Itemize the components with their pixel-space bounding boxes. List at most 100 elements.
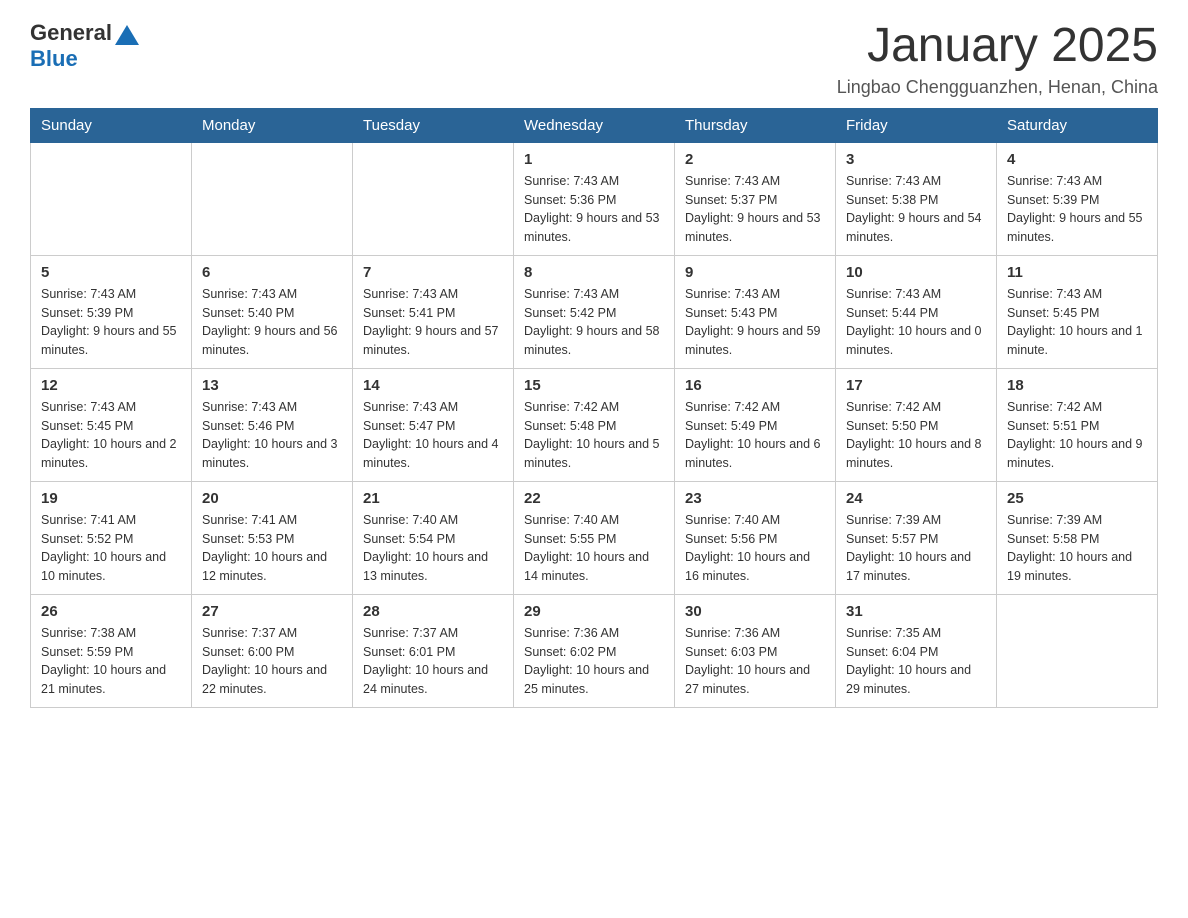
day-number: 6 [202, 264, 342, 281]
day-info: Sunrise: 7:37 AM Sunset: 6:01 PM Dayligh… [363, 624, 503, 699]
day-number: 12 [41, 377, 181, 394]
day-info: Sunrise: 7:35 AM Sunset: 6:04 PM Dayligh… [846, 624, 986, 699]
day-number: 29 [524, 603, 664, 620]
day-cell: 12 Sunrise: 7:43 AM Sunset: 5:45 PM Dayli… [31, 368, 192, 481]
day-cell: 22Sunrise: 7:40 AM Sunset: 5:55 PM Dayli… [514, 481, 675, 594]
day-info: Sunrise: 7:36 AM Sunset: 6:03 PM Dayligh… [685, 624, 825, 699]
header-cell-friday: Friday [836, 108, 997, 142]
day-info: Sunrise: 7:41 AM Sunset: 5:53 PM Dayligh… [202, 511, 342, 586]
day-info: Sunrise: 7:39 AM Sunset: 5:58 PM Dayligh… [1007, 511, 1147, 586]
day-info: Sunrise: 7:40 AM Sunset: 5:56 PM Dayligh… [685, 511, 825, 586]
day-number: 18 [1007, 377, 1147, 394]
day-info: Sunrise: 7:38 AM Sunset: 5:59 PM Dayligh… [41, 624, 181, 699]
day-cell: 3 Sunrise: 7:43 AM Sunset: 5:38 PM Daylig… [836, 142, 997, 255]
day-number: 19 [41, 490, 181, 507]
day-info: Sunrise: 7:43 AM Sunset: 5:39 PM Dayligh… [41, 285, 181, 360]
day-number: 13 [202, 377, 342, 394]
logo-blue: Blue [30, 46, 78, 72]
day-cell: 8 Sunrise: 7:43 AM Sunset: 5:42 PM Daylig… [514, 255, 675, 368]
header-cell-wednesday: Wednesday [514, 108, 675, 142]
day-number: 24 [846, 490, 986, 507]
day-number: 10 [846, 264, 986, 281]
day-number: 11 [1007, 264, 1147, 281]
header-cell-thursday: Thursday [675, 108, 836, 142]
day-cell: 23 Sunrise: 7:40 AM Sunset: 5:56 PM Dayli… [675, 481, 836, 594]
day-cell: 1Sunrise: 7:43 AM Sunset: 5:36 PM Daylig… [514, 142, 675, 255]
day-number: 30 [685, 603, 825, 620]
day-info: Sunrise: 7:43 AM Sunset: 5:41 PM Dayligh… [363, 285, 503, 360]
week-row-2: 5 Sunrise: 7:43 AM Sunset: 5:39 PM Daylig… [31, 255, 1158, 368]
day-cell: 27Sunrise: 7:37 AM Sunset: 6:00 PM Dayli… [192, 594, 353, 707]
day-cell: 28Sunrise: 7:37 AM Sunset: 6:01 PM Dayli… [353, 594, 514, 707]
day-cell: 11 Sunrise: 7:43 AM Sunset: 5:45 PM Dayli… [997, 255, 1158, 368]
day-number: 16 [685, 377, 825, 394]
day-cell: 6 Sunrise: 7:43 AM Sunset: 5:40 PM Daylig… [192, 255, 353, 368]
month-title: January 2025 [837, 20, 1158, 73]
day-number: 25 [1007, 490, 1147, 507]
day-number: 27 [202, 603, 342, 620]
logo-line1: General [30, 20, 139, 46]
day-cell: 4 Sunrise: 7:43 AM Sunset: 5:39 PM Daylig… [997, 142, 1158, 255]
title-block: January 2025 Lingbao Chengguanzhen, Hena… [837, 20, 1158, 98]
header-cell-sunday: Sunday [31, 108, 192, 142]
day-info: Sunrise: 7:43 AM Sunset: 5:36 PM Dayligh… [524, 172, 664, 247]
header-cell-saturday: Saturday [997, 108, 1158, 142]
day-info: Sunrise: 7:43 AM Sunset: 5:45 PM Dayligh… [1007, 285, 1147, 360]
day-cell [192, 142, 353, 255]
day-info: Sunrise: 7:43 AM Sunset: 5:40 PM Dayligh… [202, 285, 342, 360]
page-header: General Blue January 2025 Lingbao Chengg… [30, 20, 1158, 98]
day-cell: 5 Sunrise: 7:43 AM Sunset: 5:39 PM Daylig… [31, 255, 192, 368]
day-number: 4 [1007, 151, 1147, 168]
logo-triangle-icon [115, 25, 139, 45]
day-cell: 20 Sunrise: 7:41 AM Sunset: 5:53 PM Dayli… [192, 481, 353, 594]
day-info: Sunrise: 7:43 AM Sunset: 5:39 PM Dayligh… [1007, 172, 1147, 247]
calendar-header: SundayMondayTuesdayWednesdayThursdayFrid… [31, 108, 1158, 142]
day-info: Sunrise: 7:42 AM Sunset: 5:48 PM Dayligh… [524, 398, 664, 473]
day-number: 22 [524, 490, 664, 507]
day-cell: 24 Sunrise: 7:39 AM Sunset: 5:57 PM Dayli… [836, 481, 997, 594]
day-number: 5 [41, 264, 181, 281]
day-cell: 31 Sunrise: 7:35 AM Sunset: 6:04 PM Dayli… [836, 594, 997, 707]
day-cell: 10 Sunrise: 7:43 AM Sunset: 5:44 PM Dayli… [836, 255, 997, 368]
day-cell: 7Sunrise: 7:43 AM Sunset: 5:41 PM Daylig… [353, 255, 514, 368]
day-cell [997, 594, 1158, 707]
day-info: Sunrise: 7:43 AM Sunset: 5:46 PM Dayligh… [202, 398, 342, 473]
day-number: 8 [524, 264, 664, 281]
day-info: Sunrise: 7:43 AM Sunset: 5:37 PM Dayligh… [685, 172, 825, 247]
day-info: Sunrise: 7:39 AM Sunset: 5:57 PM Dayligh… [846, 511, 986, 586]
day-info: Sunrise: 7:43 AM Sunset: 5:38 PM Dayligh… [846, 172, 986, 247]
day-cell: 25 Sunrise: 7:39 AM Sunset: 5:58 PM Dayli… [997, 481, 1158, 594]
week-row-4: 19 Sunrise: 7:41 AM Sunset: 5:52 PM Dayli… [31, 481, 1158, 594]
day-number: 23 [685, 490, 825, 507]
header-cell-tuesday: Tuesday [353, 108, 514, 142]
day-number: 9 [685, 264, 825, 281]
day-cell: 13 Sunrise: 7:43 AM Sunset: 5:46 PM Dayli… [192, 368, 353, 481]
day-cell: 26Sunrise: 7:38 AM Sunset: 5:59 PM Dayli… [31, 594, 192, 707]
location-subtitle: Lingbao Chengguanzhen, Henan, China [837, 77, 1158, 98]
day-info: Sunrise: 7:36 AM Sunset: 6:02 PM Dayligh… [524, 624, 664, 699]
day-info: Sunrise: 7:42 AM Sunset: 5:49 PM Dayligh… [685, 398, 825, 473]
day-cell [353, 142, 514, 255]
header-cell-monday: Monday [192, 108, 353, 142]
day-cell: 15Sunrise: 7:42 AM Sunset: 5:48 PM Dayli… [514, 368, 675, 481]
day-cell: 17Sunrise: 7:42 AM Sunset: 5:50 PM Dayli… [836, 368, 997, 481]
day-number: 31 [846, 603, 986, 620]
day-number: 3 [846, 151, 986, 168]
logo: General Blue [30, 20, 139, 72]
day-number: 17 [846, 377, 986, 394]
day-cell: 18Sunrise: 7:42 AM Sunset: 5:51 PM Dayli… [997, 368, 1158, 481]
day-number: 20 [202, 490, 342, 507]
day-info: Sunrise: 7:41 AM Sunset: 5:52 PM Dayligh… [41, 511, 181, 586]
day-cell: 30 Sunrise: 7:36 AM Sunset: 6:03 PM Dayli… [675, 594, 836, 707]
week-row-3: 12 Sunrise: 7:43 AM Sunset: 5:45 PM Dayli… [31, 368, 1158, 481]
day-info: Sunrise: 7:43 AM Sunset: 5:43 PM Dayligh… [685, 285, 825, 360]
day-cell: 2Sunrise: 7:43 AM Sunset: 5:37 PM Daylig… [675, 142, 836, 255]
day-number: 21 [363, 490, 503, 507]
day-info: Sunrise: 7:43 AM Sunset: 5:42 PM Dayligh… [524, 285, 664, 360]
day-cell: 14Sunrise: 7:43 AM Sunset: 5:47 PM Dayli… [353, 368, 514, 481]
week-row-1: 1Sunrise: 7:43 AM Sunset: 5:36 PM Daylig… [31, 142, 1158, 255]
day-info: Sunrise: 7:43 AM Sunset: 5:44 PM Dayligh… [846, 285, 986, 360]
day-info: Sunrise: 7:43 AM Sunset: 5:45 PM Dayligh… [41, 398, 181, 473]
calendar-table: SundayMondayTuesdayWednesdayThursdayFrid… [30, 108, 1158, 708]
logo-general: General [30, 20, 112, 46]
